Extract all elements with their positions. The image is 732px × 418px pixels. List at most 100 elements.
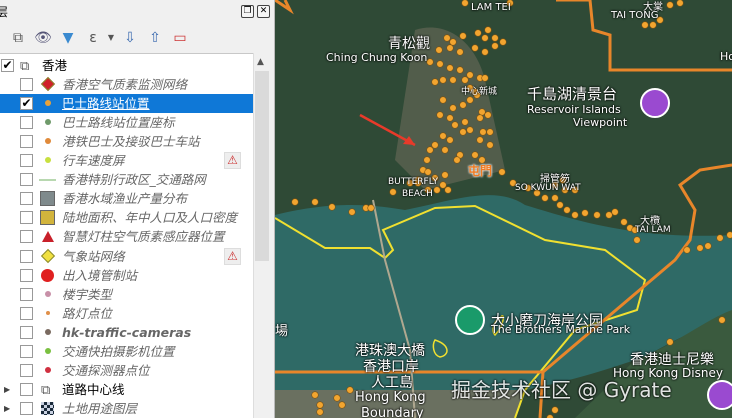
bus-stop-point: [451, 121, 459, 129]
visibility-icon[interactable]: 👁: [33, 28, 53, 48]
layer-item[interactable]: 出入境管制站: [0, 266, 253, 285]
warning-icon[interactable]: ⚠: [224, 248, 241, 265]
layer-checkbox[interactable]: [20, 402, 33, 415]
map-label: Viewpoint: [573, 116, 628, 129]
layer-checkbox[interactable]: [20, 116, 33, 129]
bus-stop-point: [726, 231, 732, 239]
bus-stop-point: [484, 26, 492, 34]
close-icon[interactable]: ✕: [257, 5, 270, 18]
chevron-down-icon[interactable]: ▼: [101, 28, 121, 48]
remove-layer-icon[interactable]: ▭: [170, 28, 190, 48]
bus-stop-point: [551, 406, 559, 414]
layer-item[interactable]: ✔ 巴士路线站位置: [0, 94, 253, 113]
layer-checkbox[interactable]: [20, 211, 33, 224]
layer-symbol-icon: [40, 189, 55, 208]
layer-checkbox[interactable]: [20, 230, 33, 243]
bus-stop-point: [484, 111, 492, 119]
bus-stop-point: [449, 76, 457, 84]
layer-tree: ✔ ⧉ 香港 香港空气质素监测网络 ✔ 巴士路线站位置巴士路线站位置座标港铁巴士及接驳巴士…: [0, 53, 253, 418]
bus-stop-point: [461, 0, 469, 7]
layer-item[interactable]: 港铁巴士及接驳巴士车站: [0, 132, 253, 151]
add-group-icon[interactable]: ⧉: [8, 28, 28, 48]
layer-checkbox[interactable]: [20, 307, 33, 320]
expression-filter-icon[interactable]: ε: [83, 28, 103, 48]
bus-stop-point: [471, 44, 479, 52]
map-canvas[interactable]: LAM TEI 大棠 TAI TONG Ho 青松觀 Ching Chung K…: [275, 0, 732, 418]
expand-all-icon[interactable]: ⇩: [120, 28, 140, 48]
bus-stop-point: [620, 218, 628, 226]
layer-checkbox[interactable]: [20, 192, 33, 205]
bus-stop-point: [449, 104, 457, 112]
layer-symbol-icon: [41, 304, 55, 323]
scroll-up-icon[interactable]: ▲: [257, 57, 264, 67]
layer-item[interactable]: 智慧灯柱空气质素感应器位置: [0, 227, 253, 246]
bus-stop-point: [431, 78, 439, 86]
layer-group[interactable]: ▶ 土地用途图层: [0, 399, 253, 418]
bus-stop-point: [704, 242, 712, 250]
panel-titlebar: 层 ❐ ✕: [0, 0, 275, 22]
collapse-all-icon[interactable]: ⇧: [145, 28, 165, 48]
bus-stop-point: [491, 34, 499, 42]
layer-label: 港铁巴士及接驳巴士车站: [62, 134, 200, 149]
layer-item[interactable]: 香港空气质素监测网络: [0, 75, 253, 94]
layer-checkbox[interactable]: [20, 364, 33, 377]
bus-stop-point: [431, 141, 439, 149]
layer-symbol-icon: [41, 285, 55, 304]
layer-label: 巴士路线站位置: [62, 96, 150, 111]
map-label: BEACH: [402, 189, 433, 199]
bus-stop-point: [633, 236, 641, 244]
layer-symbol-icon: [41, 323, 55, 342]
layer-group[interactable]: ▶ ⧉ 道路中心线: [0, 380, 253, 399]
scroll-thumb[interactable]: [255, 71, 269, 261]
warning-icon[interactable]: ⚠: [224, 152, 241, 169]
map-label: Ching Chung Koon: [326, 51, 428, 64]
bus-stop-point: [446, 44, 454, 52]
bus-stop-point: [316, 401, 324, 409]
layer-item[interactable]: 香港水域渔业产量分布: [0, 189, 253, 208]
bus-stop-point: [389, 188, 397, 196]
layer-checkbox[interactable]: [20, 288, 33, 301]
layer-symbol-icon: [41, 342, 55, 361]
bus-stop-point: [291, 198, 299, 206]
layer-item[interactable]: 巴士路线站位置座标: [0, 113, 253, 132]
bus-stop-point: [449, 38, 457, 46]
filter-icon[interactable]: ▼: [58, 28, 78, 48]
layer-checkbox[interactable]: [20, 383, 33, 396]
layer-label: 气象站网络: [62, 249, 125, 264]
layer-item[interactable]: 香港特别行政区_交通路网: [0, 170, 253, 189]
layer-checkbox[interactable]: [20, 154, 33, 167]
expand-arrow-icon[interactable]: ▶: [4, 399, 10, 418]
layer-checkbox[interactable]: [20, 345, 33, 358]
bus-stop-point: [424, 168, 432, 176]
bus-stop-point: [435, 46, 443, 54]
layer-item[interactable]: 交通快拍摄影机位置: [0, 342, 253, 361]
map-label: 場: [275, 324, 289, 339]
bus-stop-point: [666, 338, 674, 346]
layer-symbol-icon: [41, 132, 55, 151]
layer-item[interactable]: 陆地面积、年中人口及人口密度: [0, 208, 253, 227]
layer-item[interactable]: 楼宇类型: [0, 285, 253, 304]
layer-checkbox[interactable]: ✔: [20, 97, 33, 110]
bus-stop-point: [311, 198, 319, 206]
layer-checkbox[interactable]: [20, 250, 33, 263]
layer-checkbox[interactable]: [20, 135, 33, 148]
layer-checkbox[interactable]: ✔: [1, 59, 14, 72]
layer-item[interactable]: 气象站网络 ⚠: [0, 247, 253, 266]
layer-item[interactable]: 路灯点位: [0, 304, 253, 323]
layer-checkbox[interactable]: [20, 326, 33, 339]
layer-checkbox[interactable]: [20, 78, 33, 91]
bus-stop-point: [436, 60, 444, 68]
layer-group-hongkong[interactable]: ✔ ⧉ 香港: [0, 56, 253, 75]
bus-stop-point: [683, 246, 691, 254]
float-icon[interactable]: ❐: [241, 5, 254, 18]
expand-arrow-icon[interactable]: ▶: [4, 380, 10, 399]
scrollbar[interactable]: ▲: [253, 53, 269, 418]
layer-item[interactable]: 行车速度屏 ⚠: [0, 151, 253, 170]
layer-item[interactable]: 交通探测器点位: [0, 361, 253, 380]
layer-item[interactable]: hk-traffic-cameras: [0, 323, 253, 342]
layer-checkbox[interactable]: [20, 269, 33, 282]
bus-stop-point: [551, 194, 559, 202]
layer-checkbox[interactable]: [20, 173, 33, 186]
watermark: 掘金技术社区 @ Gyrate: [451, 378, 672, 402]
bus-stop-point: [466, 96, 474, 104]
